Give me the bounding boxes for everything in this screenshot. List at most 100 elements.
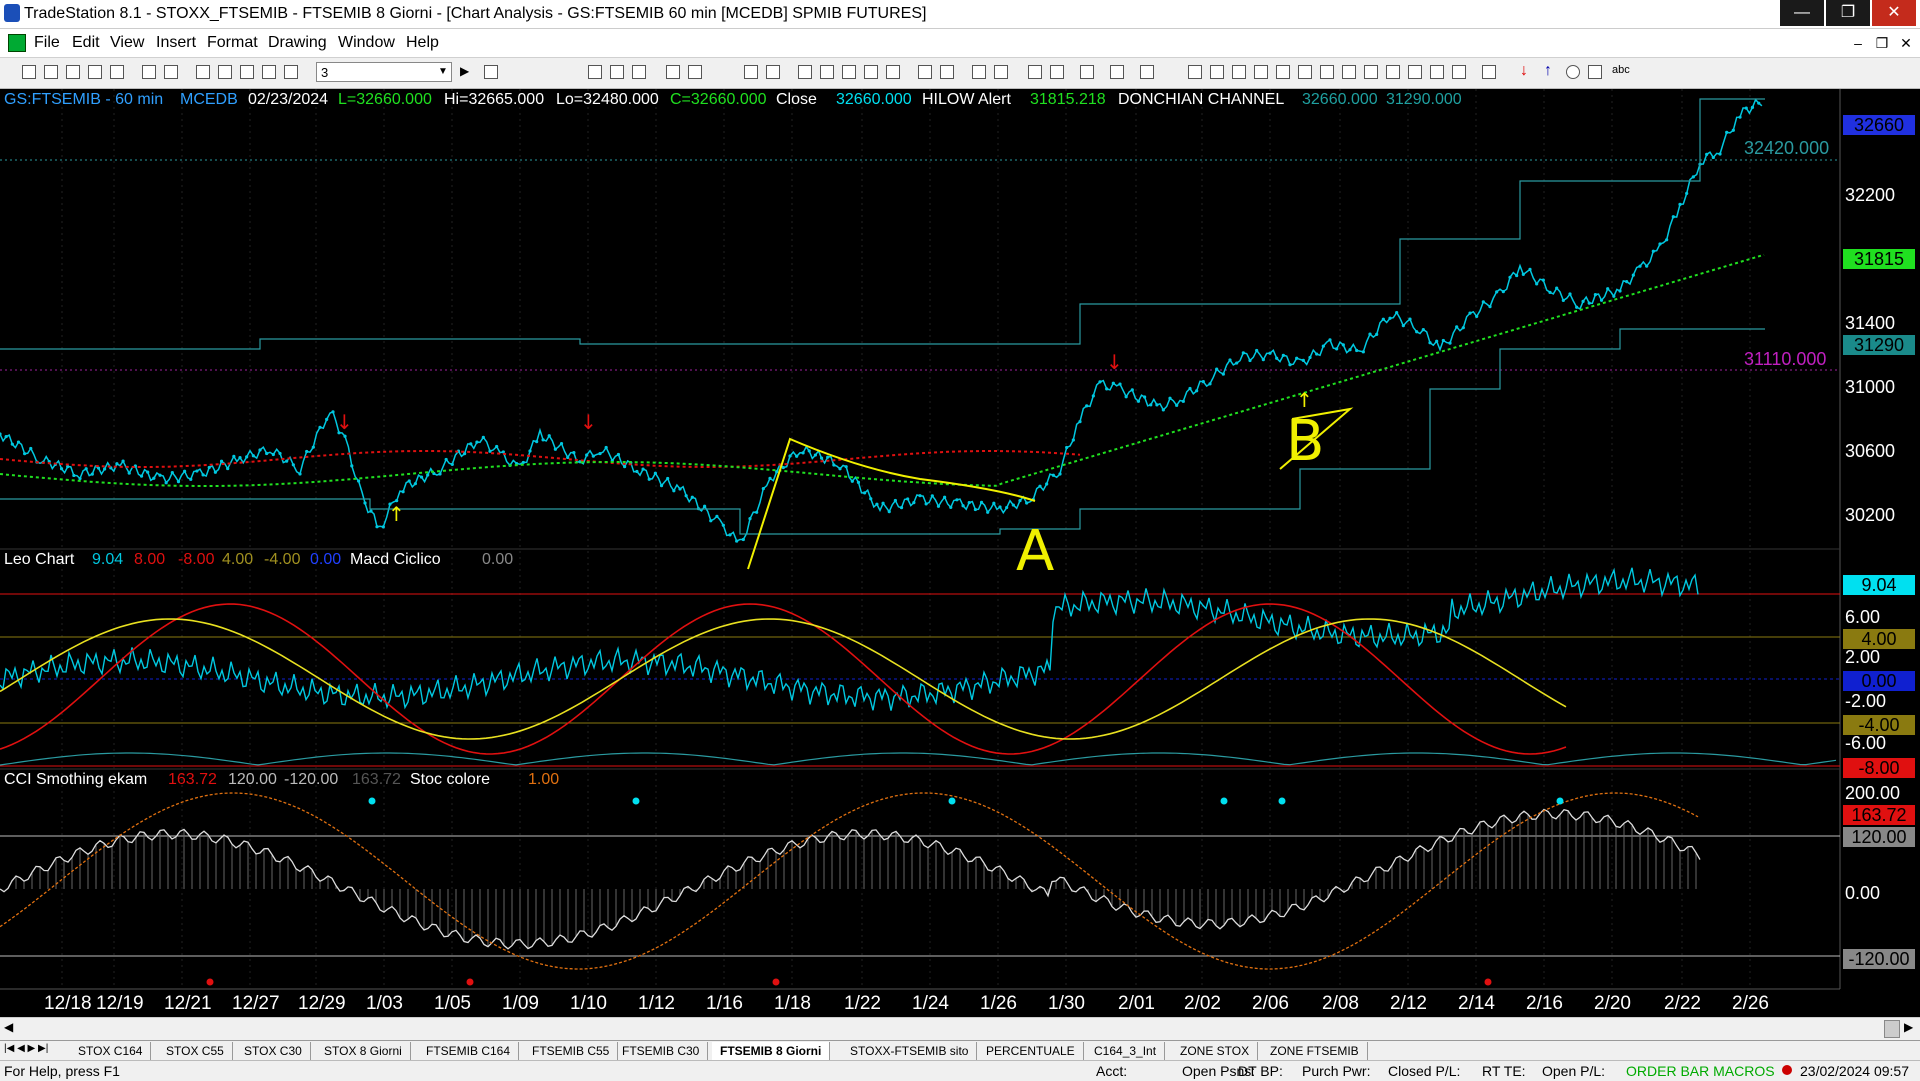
- tools-icon[interactable]: [1080, 65, 1094, 79]
- chart-tool-9-icon[interactable]: [820, 65, 834, 79]
- chart-tool-11-icon[interactable]: [864, 65, 878, 79]
- circle-icon[interactable]: [1566, 65, 1580, 79]
- tab-8[interactable]: STOXX-FTSEMIB sito: [842, 1042, 978, 1060]
- gann-icon[interactable]: [1276, 65, 1290, 79]
- chart-tool-4-icon[interactable]: [666, 65, 680, 79]
- chart-tool-13-icon[interactable]: [918, 65, 932, 79]
- ellipse-icon[interactable]: [1430, 65, 1444, 79]
- tab-6[interactable]: FTSEMIB C30: [614, 1042, 709, 1060]
- chart-tool-3-icon[interactable]: [632, 65, 646, 79]
- chevron-down-icon[interactable]: ▼: [438, 66, 448, 77]
- tab-12[interactable]: ZONE FTSEMIB: [1262, 1042, 1368, 1060]
- leo-axis-box-m4: -4.00: [1843, 715, 1915, 735]
- chart-tool-12-icon[interactable]: [886, 65, 900, 79]
- mdi-minimize-icon[interactable]: –: [1848, 33, 1868, 53]
- mdi-restore-icon[interactable]: ❐: [1872, 33, 1892, 53]
- price-point: [807, 449, 811, 453]
- chart-tool-8-icon[interactable]: [798, 65, 812, 79]
- hlines-icon[interactable]: [1232, 65, 1246, 79]
- menu-format[interactable]: Format: [207, 34, 258, 52]
- zoom-in-icon[interactable]: [972, 65, 986, 79]
- chart-tool-1-icon[interactable]: [588, 65, 602, 79]
- cycle-icon[interactable]: [1342, 65, 1356, 79]
- menu-insert[interactable]: Insert: [156, 34, 196, 52]
- tab-3[interactable]: STOX 8 Giorni: [316, 1042, 411, 1060]
- vlines-icon[interactable]: [1210, 65, 1224, 79]
- menu-window[interactable]: Window: [338, 34, 395, 52]
- folder-icon[interactable]: [110, 65, 124, 79]
- account-icon[interactable]: [262, 65, 276, 79]
- tab-nav-icon[interactable]: |◀ ◀ ▶ ▶|: [4, 1043, 48, 1054]
- menu-file[interactable]: File: [34, 34, 60, 52]
- menu-edit[interactable]: Edit: [72, 34, 100, 52]
- chart-tool-10-icon[interactable]: [842, 65, 856, 79]
- chart-tool-14-icon[interactable]: [940, 65, 954, 79]
- save-icon[interactable]: [66, 65, 80, 79]
- speed-icon[interactable]: [1320, 65, 1334, 79]
- format-icon[interactable]: [1110, 65, 1124, 79]
- tab-0[interactable]: STOX C164: [70, 1042, 152, 1060]
- menu-help[interactable]: Help: [406, 34, 439, 52]
- chart-tool-5-icon[interactable]: [688, 65, 702, 79]
- price-point: [553, 447, 557, 451]
- fib-icon[interactable]: [1254, 65, 1268, 79]
- channel-icon[interactable]: [1298, 65, 1312, 79]
- cursor-icon[interactable]: [1050, 65, 1064, 79]
- tab-9[interactable]: PERCENTUALE: [978, 1042, 1084, 1060]
- tab-4[interactable]: FTSEMIB C164: [418, 1042, 520, 1060]
- menu-view[interactable]: View: [110, 34, 144, 52]
- chart-area[interactable]: ↓ ↓ ↓ ↑ ↑ GS:FTSEMIB - 60 min MCEDB 02/23/20…: [0, 89, 1920, 1017]
- menu-drawing[interactable]: Drawing: [268, 34, 327, 52]
- arrow-up-icon[interactable]: ↑: [1544, 62, 1552, 80]
- window2-icon[interactable]: [218, 65, 232, 79]
- pointer-icon[interactable]: [1028, 65, 1042, 79]
- datetime: 23/02/2024 09:57: [1800, 1063, 1909, 1079]
- print-preview-icon[interactable]: [164, 65, 178, 79]
- tab-2[interactable]: STOX C30: [236, 1042, 311, 1060]
- scroll-right-icon[interactable]: ▶: [1904, 1020, 1913, 1034]
- arrow-down-icon[interactable]: ↓: [1520, 62, 1528, 80]
- minimize-button[interactable]: —: [1780, 0, 1824, 26]
- close-button[interactable]: ✕: [1872, 0, 1916, 26]
- price-point: [1415, 330, 1419, 334]
- find-icon[interactable]: [484, 65, 498, 79]
- tab-5[interactable]: FTSEMIB C55: [524, 1042, 619, 1060]
- play-icon[interactable]: ▶: [460, 64, 469, 78]
- chart-tool-2-icon[interactable]: [610, 65, 624, 79]
- scroll-thumb[interactable]: [1884, 1020, 1900, 1038]
- tab-10[interactable]: C164_3_Int: [1086, 1042, 1166, 1060]
- chart-tool-6-icon[interactable]: [744, 65, 758, 79]
- text-icon[interactable]: abc: [1612, 64, 1630, 76]
- curve-icon[interactable]: [1482, 65, 1496, 79]
- tab-7[interactable]: FTSEMIB 8 Giorni: [712, 1042, 831, 1060]
- open-icon[interactable]: [44, 65, 58, 79]
- mdi-close-icon[interactable]: ✕: [1896, 33, 1916, 53]
- tab-11[interactable]: ZONE STOX: [1172, 1042, 1259, 1060]
- price-point: [1461, 326, 1465, 330]
- print-icon[interactable]: [142, 65, 156, 79]
- interval-select[interactable]: 3: [316, 62, 452, 82]
- tab-1[interactable]: STOX C55: [158, 1042, 233, 1060]
- globe-icon[interactable]: [284, 65, 298, 79]
- disabled-icon[interactable]: [1140, 65, 1154, 79]
- copy-icon[interactable]: [88, 65, 102, 79]
- arc-icon[interactable]: [1408, 65, 1422, 79]
- scroll-left-icon[interactable]: ◀: [4, 1020, 13, 1034]
- price-point: [201, 473, 205, 477]
- new-icon[interactable]: [22, 65, 36, 79]
- maximize-button[interactable]: ❐: [1826, 0, 1870, 26]
- chart-tool-7-icon[interactable]: [766, 65, 780, 79]
- window-icon[interactable]: [196, 65, 210, 79]
- arrow-icon[interactable]: [1386, 65, 1400, 79]
- pen-icon[interactable]: [1452, 65, 1466, 79]
- lock-icon[interactable]: [240, 65, 254, 79]
- price-point: [1593, 293, 1597, 297]
- andrews-icon[interactable]: [1364, 65, 1378, 79]
- price-point: [363, 501, 367, 505]
- zoom-out-icon[interactable]: [994, 65, 1008, 79]
- rectangle-icon[interactable]: [1588, 65, 1602, 79]
- trendline-icon[interactable]: [1188, 65, 1202, 79]
- order-bar-macros[interactable]: ORDER BAR MACROS: [1626, 1063, 1775, 1079]
- horizontal-scrollbar[interactable]: ◀ ▶: [0, 1017, 1920, 1040]
- yellow-up-arrow-icon: ↑: [388, 502, 405, 526]
